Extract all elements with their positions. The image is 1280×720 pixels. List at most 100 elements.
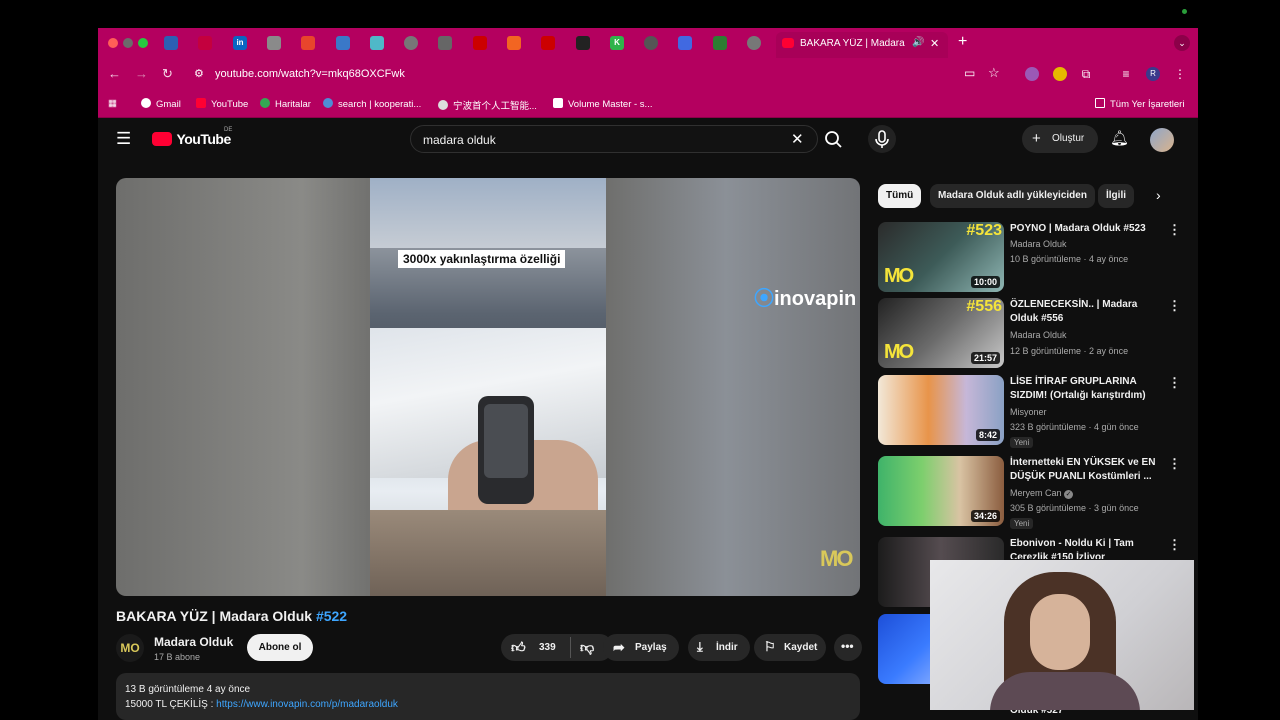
active-tab[interactable]: BAKARA YÜZ | Madara Ol 🔊 ✕ [776, 32, 948, 58]
download-button[interactable]: ⤓ İndir [688, 634, 750, 661]
more-vertical-icon[interactable]: ⋮ [1168, 298, 1181, 314]
like-icon[interactable]: 👍︎ [511, 639, 526, 656]
recommendation-thumbnail[interactable]: 34:26 [878, 456, 1004, 526]
bookmark-maps[interactable]: Haritalar [260, 98, 311, 110]
tab-icon[interactable] [713, 36, 727, 50]
maximize-window-icon[interactable] [138, 38, 148, 48]
view-count-date: 13 B görüntüleme 4 ay önce [125, 684, 251, 695]
clear-search-icon[interactable]: ✕ [791, 130, 804, 148]
youtube-logo[interactable]: YouTube DE [152, 127, 232, 149]
minimize-window-icon[interactable] [123, 38, 133, 48]
search-icon [825, 131, 842, 148]
reload-icon[interactable]: ↻ [162, 66, 173, 82]
more-vertical-icon[interactable]: ⋮ [1168, 222, 1181, 238]
tab-icon[interactable] [301, 36, 315, 50]
channel-name[interactable]: Madara Olduk [154, 635, 233, 649]
video-hashtag[interactable]: #522 [316, 608, 347, 624]
account-avatar[interactable] [1150, 128, 1174, 152]
new-tab-icon[interactable]: + [958, 33, 967, 51]
site-info-icon[interactable]: ⚙ [194, 67, 204, 80]
extension-icon[interactable] [1053, 67, 1067, 81]
bookmark-search[interactable]: search | kooperati... [323, 98, 421, 110]
more-vertical-icon[interactable]: ⋮ [1168, 375, 1181, 391]
recommendation-thumbnail[interactable]: 8:42 [878, 375, 1004, 445]
recommendation-thumbnail[interactable]: #556 MO 21:57 [878, 298, 1004, 368]
notifications-bell-icon[interactable]: 🔔︎ [1110, 129, 1129, 147]
recommendation-channel[interactable]: Misyoner [1010, 407, 1047, 417]
bank-tab-icon[interactable] [267, 36, 281, 50]
hamburger-menu-icon[interactable]: ☰ [116, 129, 131, 149]
recommendation-title[interactable]: Ebonivon - Noldu Ki | Tam Cerezlik #150 … [1010, 537, 1160, 559]
more-actions-button[interactable]: ••• [834, 634, 862, 661]
recommendation-title[interactable]: ÖZLENECEKSİN.. | Madara Olduk #556 [1010, 298, 1160, 326]
recommendation-channel[interactable]: Madara Olduk [1010, 239, 1067, 249]
extensions-puzzle-icon[interactable]: ⧉ [1079, 67, 1093, 81]
recommendation-title[interactable]: POYNO | Madara Olduk #523 [1010, 222, 1160, 236]
tab-icon[interactable] [438, 36, 452, 50]
bookmark-youtube[interactable]: YouTube [196, 98, 248, 110]
tab-icon[interactable] [370, 36, 384, 50]
forward-icon[interactable]: → [135, 66, 148, 81]
back-icon[interactable]: ← [108, 66, 121, 81]
globe-tab-icon[interactable] [404, 36, 418, 50]
bookmark-volume-master[interactable]: Volume Master - s... [553, 98, 652, 110]
search-button[interactable] [818, 125, 850, 153]
description-box[interactable]: 13 B görüntüleme 4 ay önce 15000 TL ÇEKİ… [116, 673, 860, 720]
chip-from-uploader[interactable]: Madara Olduk adlı yükleyiciden [930, 184, 1095, 208]
video-player[interactable]: 3000x yakınlaştırma özelliği ⦿inovapin M… [116, 178, 860, 596]
divider [570, 637, 571, 658]
tab-icon[interactable] [576, 36, 590, 50]
recommendation-title[interactable]: İnternetteki EN YÜKSEK ve EN DÜŞÜK PUANL… [1010, 456, 1160, 484]
recommendation-thumbnail[interactable]: #523 MO 10:00 [878, 222, 1004, 292]
recommendation-channel[interactable]: Meryem Can ✓ [1010, 488, 1074, 499]
like-count[interactable]: 339 [539, 642, 556, 653]
search-box[interactable]: madara olduk ✕ [410, 125, 818, 153]
chevron-right-icon[interactable]: › [1156, 187, 1161, 203]
tab-icon[interactable] [541, 36, 555, 50]
create-button[interactable]: + Oluştur [1022, 125, 1098, 153]
recommendation-title[interactable]: LİSE İTİRAF GRUPLARINA SIZDIM! (Ortalığı… [1010, 375, 1160, 403]
tab-icon[interactable] [507, 36, 521, 50]
tab-icon[interactable] [198, 36, 212, 50]
more-vertical-icon[interactable]: ⋮ [1168, 456, 1181, 472]
tab-icon[interactable] [644, 36, 658, 50]
dislike-icon[interactable]: 👎︎ [580, 639, 594, 656]
recommendation-channel[interactable]: Madara Olduk [1010, 330, 1067, 340]
save-button[interactable]: ⚐ Kaydet [754, 634, 826, 661]
plus-icon: + [1032, 130, 1041, 147]
voice-search-button[interactable] [868, 125, 896, 153]
profile-avatar[interactable]: R [1146, 67, 1160, 81]
tab-icon[interactable]: K [610, 36, 624, 50]
chip-related[interactable]: İlgili [1098, 184, 1134, 208]
tab-icon[interactable] [473, 36, 487, 50]
description-link[interactable]: https://www.inovapin.com/p/madaraolduk [216, 699, 398, 710]
media-control-icon[interactable]: ≡ [1119, 67, 1133, 81]
close-tab-icon[interactable]: ✕ [930, 37, 939, 50]
address-bar[interactable]: ⚙ youtube.com/watch?v=mkq68OXCFwk ▭ ☆ [188, 62, 1008, 86]
speaker-icon[interactable]: 🔊 [912, 37, 924, 48]
more-vertical-icon[interactable]: ⋮ [1168, 537, 1181, 553]
linkedin-tab-icon[interactable]: in [233, 36, 247, 50]
tab-search-icon[interactable]: ⌄ [1174, 35, 1190, 51]
all-bookmarks[interactable]: Tüm Yer İşaretleri [1095, 98, 1184, 110]
share-button[interactable]: ➦ Paylaş [603, 634, 679, 661]
menu-icon[interactable]: ⋮ [1173, 67, 1187, 81]
episode-badge: #523 [966, 222, 1002, 239]
channel-avatar[interactable]: MO [116, 634, 144, 662]
bookmark-star-icon[interactable]: ☆ [988, 65, 1000, 81]
apps-grid-icon[interactable]: ▦ [108, 98, 117, 109]
globe-tab-icon[interactable] [747, 36, 761, 50]
close-window-icon[interactable] [108, 38, 118, 48]
tab-icon[interactable] [678, 36, 692, 50]
mail-tab-icon[interactable] [336, 36, 350, 50]
bookmark-gmail[interactable]: Gmail [141, 98, 181, 110]
tab-icon[interactable] [164, 36, 178, 50]
subscribe-button[interactable]: Abone ol [247, 634, 313, 661]
chip-all[interactable]: Tümü [878, 184, 922, 208]
search-input[interactable]: madara olduk [423, 133, 496, 147]
download-icon: ⤓ [697, 639, 703, 654]
bookmark-ai[interactable]: 宁波首个人工智能... [438, 98, 537, 112]
cast-icon[interactable]: ▭ [964, 66, 975, 80]
extension-icon[interactable] [1025, 67, 1039, 81]
bookmark-label: Volume Master - s... [568, 99, 653, 110]
